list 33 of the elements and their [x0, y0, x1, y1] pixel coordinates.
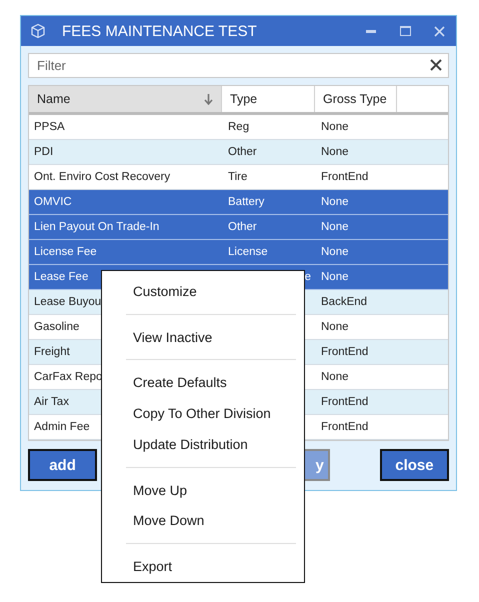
table-cell: BackEnd — [321, 296, 368, 308]
table-cell: FrontEnd — [321, 171, 368, 183]
table-cell: PPSA — [34, 121, 65, 133]
table-cell: None — [321, 221, 348, 233]
table-cell: None — [321, 271, 348, 283]
table-cell: None — [321, 321, 348, 333]
table-cell: None — [321, 196, 348, 208]
table-cell: FrontEnd — [321, 346, 368, 358]
table-cell: None — [321, 246, 348, 258]
table-cell: FrontEnd — [321, 421, 368, 433]
table-cell: None — [321, 371, 348, 383]
table-cell: Lien Payout On Trade-In — [34, 221, 160, 233]
table-cell: None — [321, 146, 348, 158]
table-cell: Other — [228, 221, 257, 233]
table-cell: Battery — [228, 196, 264, 208]
table-cell: Air Tax — [34, 396, 69, 408]
table-cell: Reg — [228, 121, 250, 133]
table-cell: Lease Fee — [34, 271, 88, 283]
table-cell: Ont. Enviro Cost Recovery — [34, 171, 170, 183]
table-cell: Admin Fee — [34, 421, 90, 433]
window-title: FEES MAINTENANCE TEST — [62, 22, 258, 40]
table-cell: License Fee — [34, 246, 97, 258]
table-cell: e — [304, 271, 311, 283]
table-cell: PDI — [34, 146, 54, 158]
table-cell: Freight — [34, 346, 70, 358]
table-cell: Gasoline — [34, 321, 80, 333]
table-cell: OMVIC — [34, 196, 72, 208]
table-cell: Lease Buyou — [34, 296, 102, 308]
table-cell: Other — [228, 146, 257, 158]
table-cell: None — [321, 121, 348, 133]
table-cell: FrontEnd — [321, 396, 368, 408]
table-cell: Tire — [228, 171, 248, 183]
table-cell: License — [228, 246, 268, 258]
